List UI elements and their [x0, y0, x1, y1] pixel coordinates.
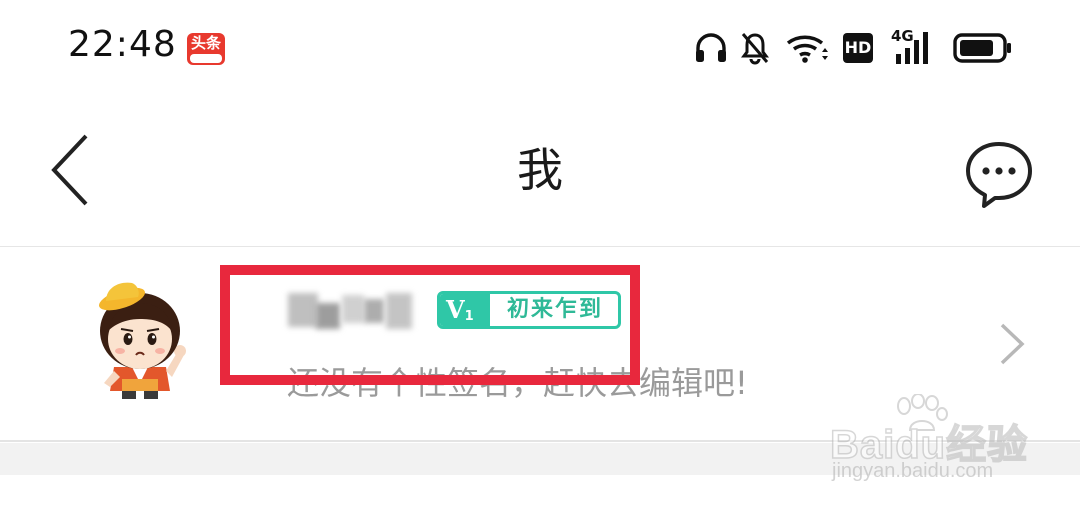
- watermark-url: jingyan.baidu.com: [832, 460, 994, 482]
- status-bar: 22:48 头条 HD 4G: [0, 0, 1080, 96]
- message-button[interactable]: [962, 138, 1036, 210]
- chat-bubble-icon: [966, 142, 1032, 208]
- level-badge-icon: V1: [440, 294, 490, 326]
- signal-icon: 4G: [890, 28, 938, 64]
- chevron-left-icon: [51, 134, 88, 206]
- hd-label: HD: [844, 38, 872, 57]
- nav-header: 我: [0, 96, 1080, 247]
- battery-icon: [953, 33, 1011, 63]
- headphones-icon: [696, 33, 726, 62]
- wifi-icon: [786, 35, 828, 63]
- bell-off-icon: [741, 33, 769, 65]
- hd-icon: HD: [843, 33, 873, 63]
- status-time: 22:48: [68, 24, 177, 65]
- back-button[interactable]: [42, 132, 102, 208]
- page-title: 我: [517, 143, 563, 197]
- level-name: 初来乍到: [506, 297, 603, 322]
- network-label: 4G: [891, 27, 914, 45]
- baidu-watermark: Baidu经验 jingyan.baidu.com: [826, 394, 1046, 494]
- username-blurred: [286, 289, 426, 335]
- app-badge-label: 头条: [190, 34, 221, 52]
- app-badge-subbar: [190, 54, 222, 63]
- signature-text[interactable]: 还没有个性签名，赶快去编辑吧!: [287, 360, 748, 406]
- level-prefix: V: [446, 295, 465, 324]
- level-badge[interactable]: V1 初来乍到: [437, 291, 621, 329]
- level-number: 1: [464, 309, 474, 324]
- toutiao-app-icon: 头条: [187, 33, 225, 65]
- avatar[interactable]: [92, 279, 188, 401]
- chevron-right-icon[interactable]: [994, 321, 1030, 367]
